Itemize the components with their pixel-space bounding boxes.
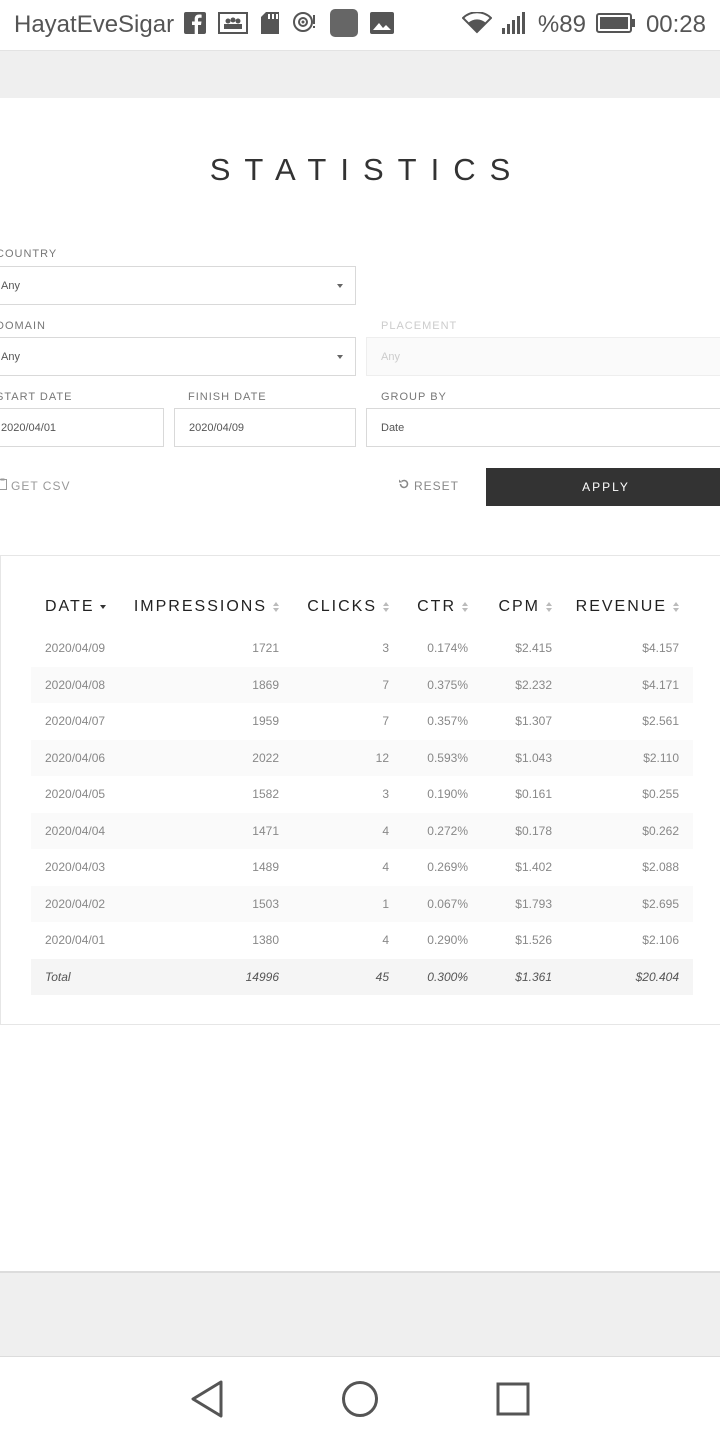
image-icon bbox=[370, 11, 395, 39]
carrier-name: HayatEveSigar bbox=[14, 11, 175, 38]
system-nav-bar bbox=[0, 1358, 720, 1440]
undo-icon bbox=[398, 478, 410, 493]
sort-icon bbox=[273, 601, 279, 612]
table-body: 2020/04/09 1721 3 0.174% $2.415 $4.157 2020/0… bbox=[31, 630, 693, 959]
clock: 00:28 bbox=[645, 11, 706, 38]
stats-table: DATE IMPRESSIONS CLICKS CTR CPM REVENUE … bbox=[31, 584, 693, 995]
country-label: COUNTRY bbox=[0, 248, 58, 260]
chevron-down-icon bbox=[337, 284, 343, 288]
recents-square-icon bbox=[496, 1382, 530, 1416]
battery-percent: %89 bbox=[537, 11, 586, 38]
get-csv-label: GET CSV bbox=[11, 478, 71, 493]
battery-icon bbox=[595, 12, 636, 38]
app-square-icon bbox=[330, 8, 359, 42]
group-by-value: Date bbox=[381, 421, 405, 434]
sort-icon bbox=[546, 601, 552, 612]
placement-placeholder: Any bbox=[381, 350, 400, 363]
recents-button[interactable] bbox=[493, 1379, 533, 1419]
finish-date-label: FINISH DATE bbox=[188, 391, 267, 403]
group-by-label: GROUP BY bbox=[381, 391, 447, 403]
start-date-input[interactable]: 2020/04/01 bbox=[0, 408, 164, 447]
back-triangle-icon bbox=[191, 1380, 223, 1418]
country-value: Any bbox=[1, 279, 20, 292]
status-bar: HayatEveSigar %89 00:28 bbox=[0, 0, 720, 50]
sort-icon bbox=[462, 601, 468, 612]
start-date-label: START DATE bbox=[0, 391, 73, 403]
domain-value: Any bbox=[1, 350, 20, 363]
facebook-icon bbox=[184, 11, 207, 39]
reset-label: RESET bbox=[414, 478, 460, 493]
start-date-value: 2020/04/01 bbox=[1, 421, 57, 434]
group-chat-icon bbox=[218, 11, 249, 39]
col-impressions[interactable]: IMPRESSIONS bbox=[129, 584, 279, 630]
table-row: 2020/04/01 1380 4 0.290% $1.526 $2.106 bbox=[45, 933, 679, 948]
sort-icon bbox=[673, 601, 679, 612]
table-header-row: DATE IMPRESSIONS CLICKS CTR CPM REVENUE bbox=[31, 584, 693, 630]
page-title: STATISTICS bbox=[209, 152, 525, 187]
bottom-gray-band bbox=[0, 1271, 720, 1357]
top-gray-band bbox=[0, 50, 720, 98]
table-total-row: Total 14996 45 0.300% $1.361 $20.404 bbox=[31, 958, 693, 995]
col-clicks[interactable]: CLICKS bbox=[279, 584, 389, 630]
stats-table-card: DATE IMPRESSIONS CLICKS CTR CPM REVENUE … bbox=[0, 556, 720, 1025]
get-csv-button[interactable]: GET CSV bbox=[0, 478, 70, 493]
table-row: 2020/04/02 1503 1 0.067% $1.793 $2.695 bbox=[31, 885, 693, 922]
home-button[interactable] bbox=[340, 1379, 380, 1419]
group-by-select[interactable]: Date bbox=[366, 408, 720, 447]
hotspot-alert-icon bbox=[292, 11, 318, 40]
reset-button[interactable]: RESET bbox=[398, 478, 459, 493]
table-row: 2020/04/06 2022 12 0.593% $1.043 $2.110 bbox=[31, 739, 693, 776]
placement-input[interactable]: Any bbox=[366, 337, 720, 376]
table-row: 2020/04/04 1471 4 0.272% $0.178 $0.262 bbox=[31, 812, 693, 849]
finish-date-input[interactable]: 2020/04/09 bbox=[174, 408, 356, 447]
table-bottom-divider bbox=[0, 1024, 720, 1025]
sd-card-icon bbox=[260, 11, 280, 40]
col-date[interactable]: DATE bbox=[31, 584, 129, 630]
col-ctr[interactable]: CTR bbox=[389, 584, 468, 630]
col-revenue[interactable]: REVENUE bbox=[552, 584, 693, 630]
table-row: 2020/04/09 1721 3 0.174% $2.415 $4.157 bbox=[45, 641, 679, 656]
table-row: 2020/04/08 1869 7 0.375% $2.232 $4.171 bbox=[31, 666, 693, 703]
clipboard-icon bbox=[0, 478, 7, 493]
chevron-down-icon bbox=[337, 355, 343, 359]
home-circle-icon bbox=[341, 1381, 378, 1417]
wifi-icon bbox=[461, 10, 493, 39]
placement-label: PLACEMENT bbox=[381, 320, 458, 332]
sort-icon bbox=[383, 601, 389, 612]
col-cpm[interactable]: CPM bbox=[468, 584, 552, 630]
table-row: 2020/04/03 1489 4 0.269% $1.402 $2.088 bbox=[45, 860, 679, 875]
finish-date-value: 2020/04/09 bbox=[189, 421, 245, 434]
country-select[interactable]: Any bbox=[0, 266, 356, 305]
table-row: 2020/04/05 1582 3 0.190% $0.161 $0.255 bbox=[45, 787, 679, 802]
domain-select[interactable]: Any bbox=[0, 337, 356, 376]
signal-icon bbox=[501, 11, 528, 39]
apply-button[interactable]: APPLY bbox=[486, 468, 720, 506]
back-button[interactable] bbox=[187, 1379, 227, 1419]
domain-label: DOMAIN bbox=[0, 320, 46, 332]
sort-desc-icon bbox=[100, 602, 107, 612]
table-row: 2020/04/07 1959 7 0.357% $1.307 $2.561 bbox=[45, 714, 679, 729]
